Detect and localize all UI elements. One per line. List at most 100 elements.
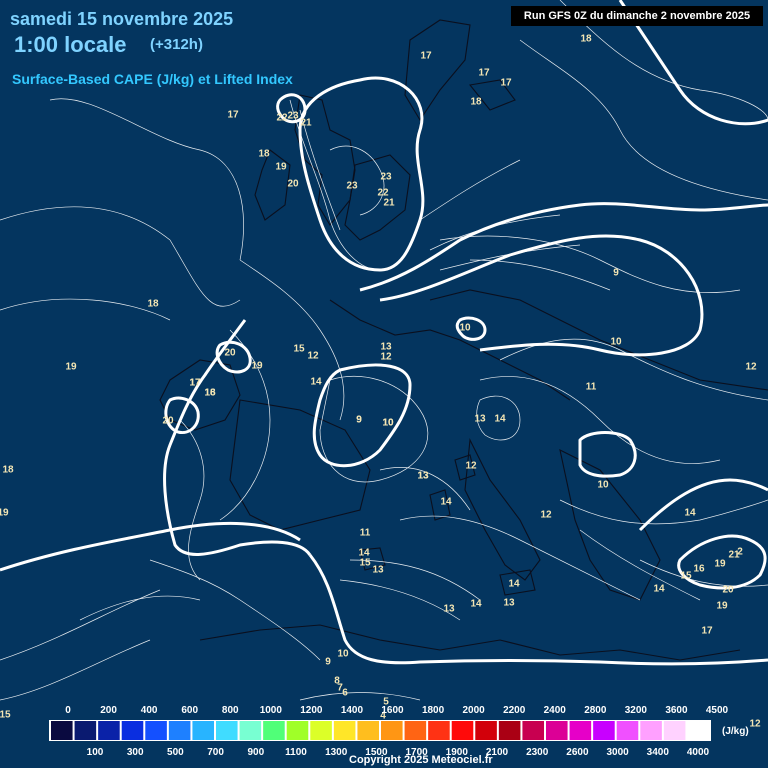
colorbar-top-tick: 600 — [181, 705, 198, 716]
lifted-index-label: 13 — [443, 604, 455, 615]
lifted-index-label: 20 — [287, 179, 299, 190]
lifted-index-label: 18 — [2, 465, 14, 476]
lifted-index-label: 12 — [540, 510, 552, 521]
lifted-index-label: 19 — [714, 559, 726, 570]
lifted-index-label: 18 — [470, 97, 482, 108]
colorbar-bottom-tick: 3000 — [606, 747, 629, 758]
colorbar-swatch — [310, 721, 332, 740]
lifted-index-label: 14 — [653, 584, 665, 595]
colorbar-bottom-tick: 3400 — [647, 747, 670, 758]
lifted-index-label: 19 — [251, 361, 263, 372]
colorbar-swatch — [663, 721, 686, 740]
lifted-index-label: 19 — [275, 162, 287, 173]
colorbar-top-tick: 2200 — [503, 705, 526, 716]
colorbar-top-tick: 1400 — [341, 705, 364, 716]
lifted-index-label: 19 — [65, 362, 77, 373]
lifted-index-label: 12 — [307, 351, 319, 362]
lifted-index-label: 14 — [494, 414, 506, 425]
lifted-index-label: 18 — [147, 299, 159, 310]
colorbar-swatch — [616, 721, 639, 740]
colorbar-top-tick: 2800 — [584, 705, 607, 716]
lifted-index-label: 20 — [722, 585, 734, 596]
lifted-index-label: 14 — [684, 508, 696, 519]
colorbar-top-tick: 1800 — [422, 705, 445, 716]
colorbar-swatch — [145, 721, 167, 740]
lifted-index-label: 13 — [417, 471, 429, 482]
colorbar-swatch — [451, 721, 474, 740]
lifted-index-label: 10 — [337, 649, 349, 660]
lifted-index-label: 15 — [359, 558, 371, 569]
colorbar-swatch — [569, 721, 592, 740]
colorbar-top-tick: 1600 — [381, 705, 404, 716]
copyright: Copyright 2025 Meteociel.fr — [349, 754, 493, 766]
lifted-index-label: 20 — [224, 348, 236, 359]
lifted-index-label: 12 — [465, 461, 477, 472]
lifted-index-label: 20 — [162, 416, 174, 427]
colorbar-swatch — [74, 721, 97, 740]
lifted-index-label: 14 — [310, 377, 322, 388]
lifted-index-label: 23 — [346, 181, 358, 192]
lifted-index-label: 2 — [737, 547, 743, 558]
colorbar-bottom-tick: 2300 — [526, 747, 549, 758]
forecast-offset: (+312h) — [150, 36, 203, 53]
lifted-index-label: 11 — [586, 382, 597, 393]
colorbar-bottom-tick: 300 — [127, 747, 144, 758]
lifted-index-label: 19 — [716, 601, 728, 612]
run-info: Run GFS 0Z du dimanche 2 novembre 2025 — [511, 6, 763, 26]
lifted-index-label: 13 — [503, 598, 515, 609]
colorbar-swatch — [640, 721, 662, 740]
colorbar-swatch — [593, 721, 615, 740]
lifted-index-label: 9 — [325, 657, 331, 668]
lifted-index-label: 12 — [745, 362, 757, 373]
lifted-index-label: 14 — [440, 497, 452, 508]
lifted-index-label: 9 — [356, 415, 362, 426]
colorbar-swatch — [687, 721, 709, 740]
lifted-index-label: 17 — [189, 378, 201, 389]
lifted-index-label: 21 — [383, 198, 395, 209]
lifted-index-label: 21 — [300, 118, 312, 129]
colorbar-swatch — [263, 721, 285, 740]
colorbar-top-tick: 200 — [100, 705, 117, 716]
lifted-index-label: 13 — [474, 414, 486, 425]
colorbar-swatch — [216, 721, 238, 740]
colorbar-top-tick: 2000 — [463, 705, 486, 716]
lifted-index-label: 14 — [508, 579, 520, 590]
lifted-index-label: 10 — [382, 418, 394, 429]
colorbar-bottom-tick: 100 — [87, 747, 104, 758]
lifted-index-label: 14 — [470, 599, 482, 610]
lifted-index-label: 18 — [580, 34, 592, 45]
colorbar-swatch — [333, 721, 356, 740]
lifted-index-label: 22 — [276, 113, 288, 124]
colorbar-swatch — [381, 721, 403, 740]
colorbar-swatch — [168, 721, 191, 740]
lifted-index-label: 17 — [478, 68, 490, 79]
lifted-index-label: 15 — [680, 571, 692, 582]
lifted-index-label: 18 — [258, 149, 270, 160]
lifted-index-label: 10 — [459, 323, 471, 334]
colorbar-top-tick: 4500 — [706, 705, 729, 716]
forecast-date: samedi 15 novembre 2025 — [10, 9, 234, 29]
colorbar-top-tick: 3200 — [625, 705, 648, 716]
colorbar-swatch — [404, 721, 427, 740]
colorbar-swatch — [192, 721, 214, 740]
forecast-time: 1:00 locale — [14, 32, 127, 57]
colorbar-top-tick: 800 — [222, 705, 239, 716]
colorbar-top-tick: 2400 — [544, 705, 567, 716]
colorbar-bottom-tick: 2600 — [566, 747, 589, 758]
colorbar-swatch — [239, 721, 262, 740]
colorbar-top-tick: 1000 — [260, 705, 283, 716]
lifted-index-label: 9 — [613, 268, 619, 279]
colorbar-bottom-tick: 500 — [167, 747, 184, 758]
colorbar-swatch — [357, 721, 379, 740]
lifted-index-label: 11 — [360, 528, 371, 539]
colorbar-swatch — [286, 721, 309, 740]
lifted-index-label: 12 — [749, 719, 761, 730]
colorbar-top-tick: 400 — [141, 705, 158, 716]
parameter-title: Surface-Based CAPE (J/kg) et Lifted Inde… — [12, 71, 293, 87]
colorbar-swatch — [498, 721, 521, 740]
lifted-index-label: 10 — [610, 337, 622, 348]
colorbar-swatch — [475, 721, 497, 740]
lifted-index-label: 15 — [293, 344, 305, 355]
lifted-index-label: 13 — [372, 565, 384, 576]
lifted-index-label: 16 — [693, 564, 705, 575]
